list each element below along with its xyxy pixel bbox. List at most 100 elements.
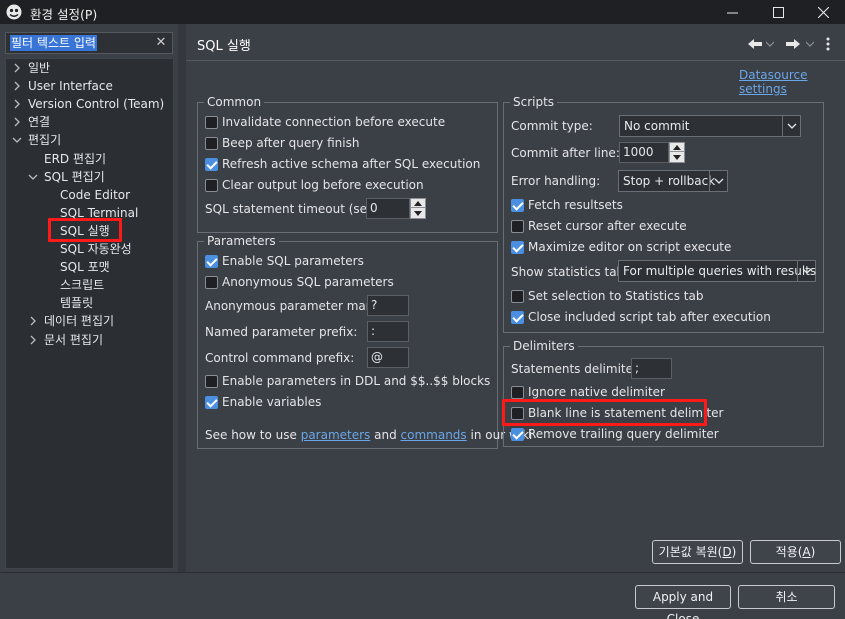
close-icon: [817, 6, 829, 18]
control-prefix-input[interactable]: @: [367, 347, 409, 368]
tree-item[interactable]: SQL 자동완성: [60, 240, 132, 258]
checkbox-box: [205, 178, 218, 192]
reset-cursor-checkbox[interactable]: Reset cursor after execute: [511, 218, 687, 234]
parameters-wiki-link[interactable]: parameters: [301, 428, 371, 442]
ddl-blocks-checkbox[interactable]: Enable parameters in DDL and $$..$$ bloc…: [205, 373, 490, 389]
cancel-button[interactable]: 취소: [738, 585, 835, 609]
statements-delimiter-input[interactable]: ;: [631, 358, 672, 379]
timeout-spinner[interactable]: [410, 198, 426, 219]
refresh-schema-checkbox[interactable]: Refresh active schema after SQL executio…: [205, 156, 480, 172]
back-dropdown[interactable]: [766, 34, 774, 54]
filter-input[interactable]: 필터 텍스트 입력 ✕: [5, 32, 173, 54]
view-menu-button[interactable]: [826, 34, 830, 54]
tree-item[interactable]: 편집기: [28, 131, 61, 149]
arrow-left-icon: [748, 39, 762, 49]
mnemonic-key: D: [722, 545, 732, 559]
remove-trailing-delimiter-checkbox[interactable]: Remove trailing query delimiter: [511, 426, 719, 442]
tree-item[interactable]: 연결: [28, 113, 50, 131]
button-text: ): [731, 545, 737, 559]
button-text: 적용(: [775, 545, 803, 559]
mnemonic-key: A: [802, 545, 811, 559]
enable-sql-parameters-checkbox[interactable]: Enable SQL parameters: [205, 253, 364, 269]
close-window-button[interactable]: [800, 0, 845, 24]
tree-item[interactable]: 일반: [28, 59, 50, 77]
tree-item[interactable]: 데이터 편집기: [44, 312, 114, 330]
close-script-tab-checkbox[interactable]: Close included script tab after executio…: [511, 309, 771, 325]
scripts-group-title: Scripts: [510, 94, 558, 110]
chevron-down-icon[interactable]: [28, 168, 38, 186]
ignore-native-delimiter-checkbox[interactable]: Ignore native delimiter: [511, 384, 665, 400]
spin-down-icon[interactable]: [670, 153, 684, 162]
checkbox-box: [205, 395, 218, 409]
forward-dropdown[interactable]: [806, 34, 814, 54]
chevron-right-icon[interactable]: [28, 312, 38, 330]
spin-down-icon[interactable]: [411, 209, 425, 218]
window-title: 환경 설정(P): [30, 7, 98, 22]
tree-item[interactable]: Version Control (Team): [28, 95, 164, 113]
checkbox-box: [205, 275, 218, 289]
chevron-right-icon[interactable]: [12, 95, 22, 113]
minimize-button[interactable]: [709, 0, 755, 24]
spin-up-icon[interactable]: [411, 199, 425, 208]
chevron-right-icon[interactable]: [12, 77, 22, 95]
fetch-resultsets-checkbox[interactable]: Fetch resultsets: [511, 197, 623, 213]
panel-divider[interactable]: [178, 24, 186, 572]
maximize-editor-checkbox[interactable]: Maximize editor on script execute: [511, 239, 731, 255]
beep-checkbox[interactable]: Beep after query finish: [205, 135, 359, 151]
apply-and-close-button[interactable]: Apply and Close: [635, 585, 731, 619]
checkbox-box: [511, 385, 524, 399]
commit-after-line-input[interactable]: 1000: [619, 142, 669, 163]
timeout-input[interactable]: 0: [366, 198, 410, 219]
tree-item[interactable]: Code Editor: [60, 186, 130, 204]
chevron-right-icon[interactable]: [28, 331, 38, 349]
tree-item[interactable]: User Interface: [28, 77, 113, 95]
chevron-down-icon: [797, 261, 815, 281]
error-handling-dropdown[interactable]: Stop + rollback: [618, 170, 728, 192]
tree-item[interactable]: SQL 실행: [60, 222, 110, 240]
chevron-right-icon[interactable]: [12, 59, 22, 77]
invalidate-connection-checkbox[interactable]: Invalidate connection before execute: [205, 114, 445, 130]
checkbox-box: [511, 198, 524, 212]
checkbox-box: [511, 240, 524, 254]
named-prefix-input[interactable]: :: [367, 321, 409, 342]
checkbox-box: [205, 254, 218, 268]
chevron-down-icon[interactable]: [12, 131, 22, 149]
checkbox-label: Reset cursor after execute: [528, 219, 687, 233]
error-handling-value: Stop + rollback: [623, 174, 716, 188]
checkbox-label: Enable parameters in DDL and $$..$$ bloc…: [222, 374, 491, 388]
anonymous-mark-input[interactable]: ?: [367, 295, 409, 316]
anonymous-sql-parameters-checkbox[interactable]: Anonymous SQL parameters: [205, 274, 394, 290]
show-statistics-value: For multiple queries with results: [623, 264, 817, 278]
commands-wiki-link[interactable]: commands: [401, 428, 467, 442]
apply-button[interactable]: 적용(A): [750, 540, 841, 564]
set-selection-statistics-checkbox[interactable]: Set selection to Statistics tab: [511, 288, 703, 304]
clear-filter-icon[interactable]: ✕: [154, 35, 168, 51]
tree-item[interactable]: SQL 편집기: [44, 168, 105, 186]
checkbox-box: [511, 219, 524, 233]
error-handling-label: Error handling:: [511, 174, 601, 188]
forward-button[interactable]: [785, 34, 801, 54]
commit-after-line-spinner[interactable]: [669, 142, 685, 163]
datasource-settings-link[interactable]: Datasource settings: [739, 68, 845, 96]
tree-item[interactable]: SQL Terminal: [60, 204, 138, 222]
tree-item[interactable]: 템플릿: [60, 294, 93, 312]
chevron-right-icon[interactable]: [12, 113, 22, 131]
named-prefix-label: Named parameter prefix:: [205, 325, 358, 339]
tree-item[interactable]: ERD 편집기: [44, 150, 106, 168]
tree-item[interactable]: SQL 포맷: [60, 258, 110, 276]
tree-item[interactable]: 스크립트: [60, 276, 104, 294]
enable-variables-checkbox[interactable]: Enable variables: [205, 394, 321, 410]
arrow-right-icon: [786, 39, 800, 49]
checkbox-box: [511, 289, 524, 303]
checkbox-label: Maximize editor on script execute: [528, 240, 732, 254]
clear-output-log-checkbox[interactable]: Clear output log before execution: [205, 177, 424, 193]
spin-up-icon[interactable]: [670, 143, 684, 152]
show-statistics-dropdown[interactable]: For multiple queries with results: [618, 260, 816, 282]
maximize-button[interactable]: [755, 0, 801, 24]
help-text-prefix: See how to use: [205, 428, 301, 442]
back-button[interactable]: [747, 34, 763, 54]
commit-type-dropdown[interactable]: No commit: [619, 115, 801, 137]
tree-item[interactable]: 문서 편집기: [44, 331, 103, 349]
help-text-middle: and: [370, 428, 401, 442]
restore-defaults-button[interactable]: 기본값 복원(D): [652, 540, 743, 564]
